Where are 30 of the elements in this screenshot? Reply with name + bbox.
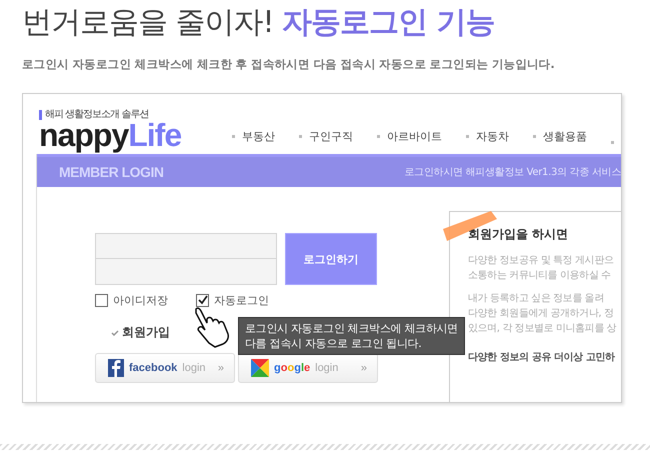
checkbox-label: 자동로그인 (214, 293, 269, 308)
checkbox[interactable] (196, 294, 209, 307)
facebook-icon (108, 359, 124, 377)
checkbox[interactable] (95, 294, 108, 307)
logo-tagline: 해피 생활정보소개 솔루션 (39, 110, 148, 120)
google-icon (251, 359, 269, 377)
google-login-button[interactable]: google login » (238, 353, 378, 383)
heading-text: 번거로움을 줄이자! (22, 4, 274, 42)
checkbox-label: 아이디저장 (113, 293, 168, 308)
join-link[interactable]: 회원가입 (122, 324, 170, 341)
info-paragraph: 다양한 정보공유 및 특정 게시판으 소통하는 커뮤니티를 이용하실 수 (468, 254, 615, 283)
check-icon (111, 330, 119, 336)
heading-accent-text: 자동로그인 기능 (282, 4, 495, 42)
password-input-field[interactable] (95, 259, 277, 285)
facebook-login-button[interactable]: facebook login » (95, 353, 235, 383)
info-paragraph: 내가 등록하고 싶은 정보를 올려 다양한 회원들에게 공개하거나, 정 있으며, 각 정보별로 미니홈피를 상 (468, 292, 618, 336)
nav-link[interactable]: 자동차 (476, 130, 509, 143)
nav-link[interactable]: 생활용품 (543, 130, 587, 143)
banner-notice: 로그인하시면 해피생활정보 Ver1.3의 각종 서비스 (404, 166, 621, 179)
info-footer: 다양한 정보의 공유 더이상 고민하 (468, 350, 621, 364)
nav-link[interactable]: 아르바이트 (387, 130, 442, 143)
logo-text: Life (128, 121, 182, 149)
banner-title: MEMBER LOGIN (59, 164, 164, 180)
nav-link[interactable]: 부동산 (242, 130, 275, 143)
info-title: 회원가입을 하시면 (468, 226, 570, 243)
nav-link[interactable]: 구인구직 (309, 130, 353, 143)
hand-cursor-icon (195, 307, 229, 348)
id-input-field[interactable] (95, 233, 277, 259)
tooltip: 로그인시 자동로그인 체크박스에 체크하시면 다름 접속시 자동으로 로그인 됩니다. (238, 317, 465, 355)
description-text: 로그인시 자동로그인 체크박스에 체크한 후 접속하시면 다음 접속시 자동으로 로그인되는 기능입니다. (22, 57, 556, 72)
